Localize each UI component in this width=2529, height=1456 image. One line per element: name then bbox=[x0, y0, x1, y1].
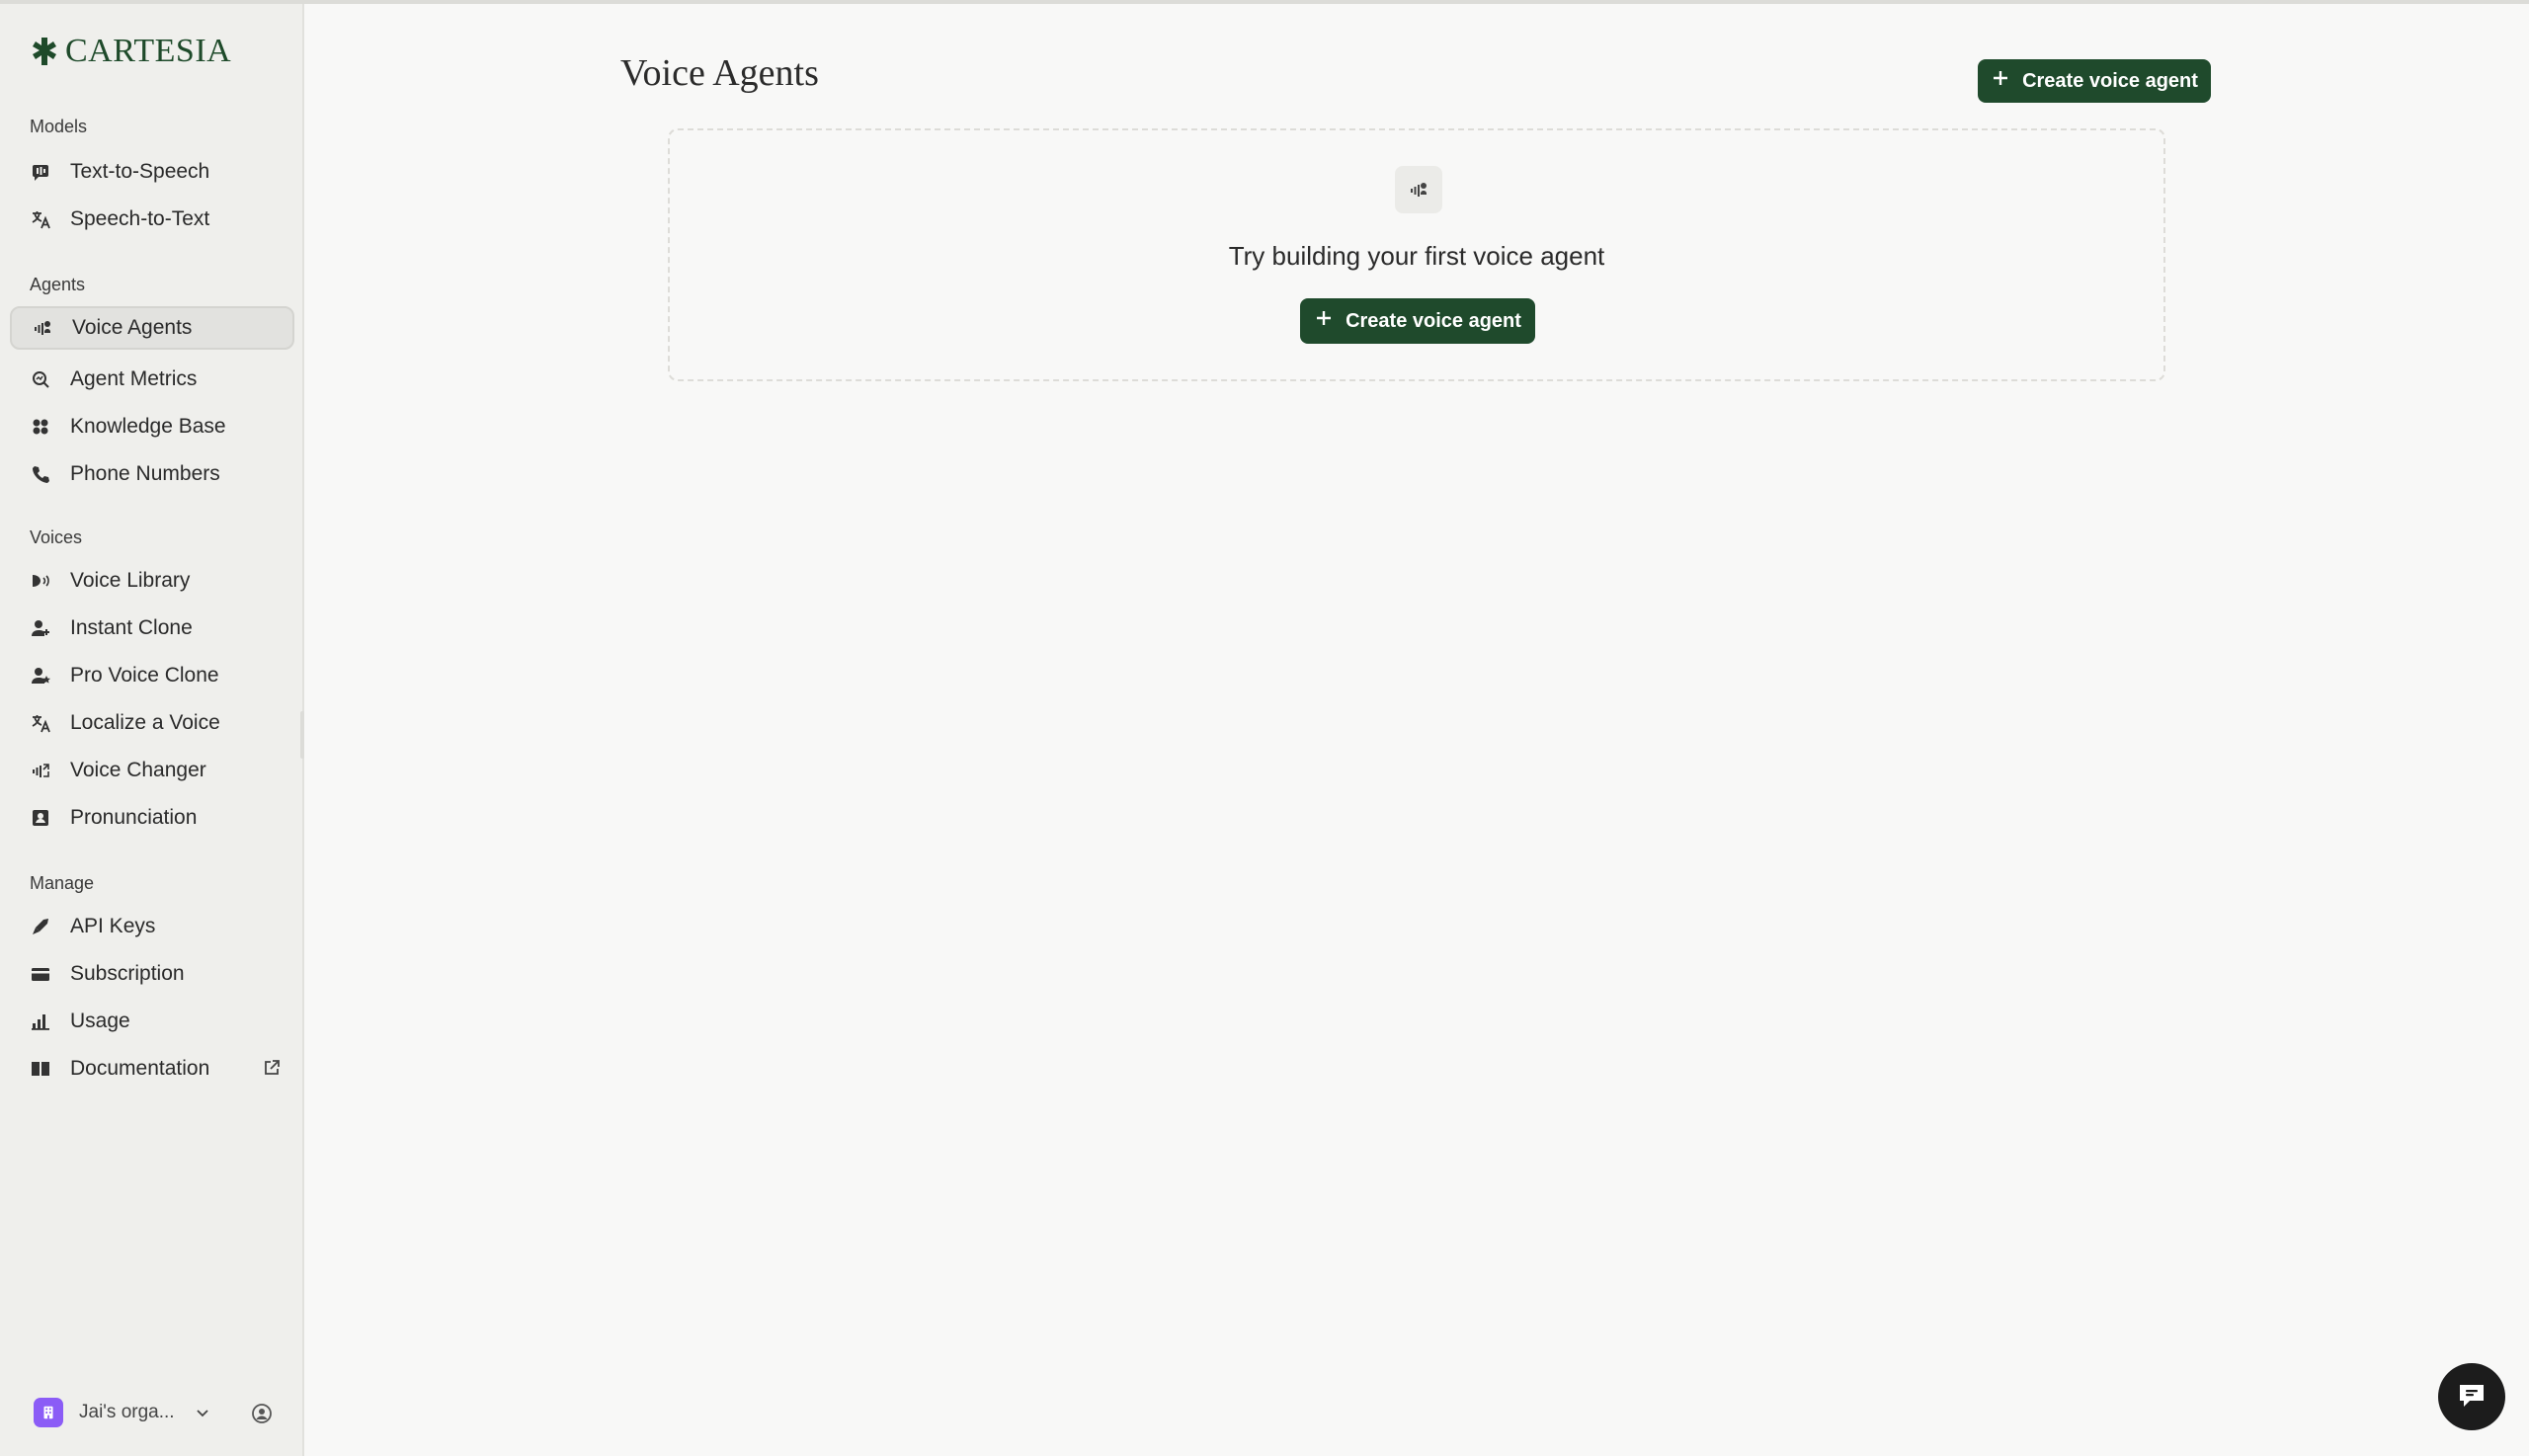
add-person-icon bbox=[30, 617, 51, 639]
cartesia-logo[interactable]: CARTESIA bbox=[28, 32, 231, 71]
top-border bbox=[0, 0, 2529, 4]
section-voices: Voices bbox=[30, 527, 83, 547]
page-title: Voice Agents bbox=[620, 52, 819, 94]
sidebar-item-label: Knowledge Base bbox=[70, 415, 226, 438]
waveform-icon bbox=[32, 317, 53, 339]
brand-name: CARTESIA bbox=[65, 33, 232, 69]
cartesia-logo-icon bbox=[28, 36, 59, 67]
sidebar-item-label: Voice Library bbox=[70, 569, 191, 592]
section-models: Models bbox=[30, 117, 88, 136]
sidebar: CARTESIA Models Text-to-Speech Speech-to… bbox=[0, 4, 304, 1456]
sidebar-item-knowledge-base[interactable]: Knowledge Base bbox=[10, 405, 294, 448]
button-label: Create voice agent bbox=[2022, 69, 2198, 92]
sidebar-item-label: Subscription bbox=[70, 962, 185, 985]
plus-icon bbox=[1314, 308, 1334, 334]
sidebar-item-label: Pro Voice Clone bbox=[70, 664, 219, 687]
account-icon[interactable] bbox=[251, 1403, 273, 1424]
section-manage: Manage bbox=[30, 873, 95, 893]
sidebar-item-label: Agent Metrics bbox=[70, 367, 198, 390]
org-switcher[interactable]: Jai's orga... bbox=[34, 1395, 210, 1430]
sidebar-item-label: Pronunciation bbox=[70, 806, 198, 829]
sidebar-item-phone-numbers[interactable]: Phone Numbers bbox=[10, 452, 294, 496]
sidebar-item-agent-metrics[interactable]: Agent Metrics bbox=[10, 358, 294, 401]
sidebar-resize-handle[interactable] bbox=[300, 711, 304, 759]
sidebar-item-pronunciation[interactable]: Pronunciation bbox=[10, 796, 294, 840]
sidebar-item-speech-to-text[interactable]: Speech-to-Text bbox=[10, 198, 294, 241]
section-agents: Agents bbox=[30, 275, 86, 294]
chat-support-button[interactable] bbox=[2438, 1363, 2505, 1430]
sidebar-item-label: Instant Clone bbox=[70, 616, 193, 639]
external-link-icon bbox=[263, 1059, 281, 1077]
grid-icon bbox=[30, 416, 51, 438]
org-building-icon bbox=[34, 1398, 63, 1427]
dictionary-icon bbox=[30, 807, 51, 829]
plus-icon bbox=[1991, 68, 2010, 94]
create-voice-agent-button[interactable]: Create voice agent bbox=[1978, 59, 2211, 103]
chat-icon bbox=[2456, 1379, 2488, 1416]
org-name: Jai's orga... bbox=[79, 1402, 175, 1422]
sidebar-item-label: Voice Changer bbox=[70, 759, 206, 781]
text-to-speech-icon bbox=[30, 161, 51, 183]
sidebar-item-pro-voice-clone[interactable]: Pro Voice Clone bbox=[10, 654, 294, 697]
sidebar-item-usage[interactable]: Usage bbox=[10, 1000, 294, 1043]
sidebar-item-label: Speech-to-Text bbox=[70, 207, 210, 230]
chevron-down-icon bbox=[195, 1405, 210, 1420]
sidebar-item-label: Text-to-Speech bbox=[70, 160, 210, 183]
search-icon bbox=[30, 368, 51, 390]
sidebar-item-label: Documentation bbox=[70, 1057, 210, 1080]
empty-state-card: Try building your first voice agent Crea… bbox=[668, 128, 2165, 381]
key-icon bbox=[30, 916, 51, 937]
person-star-icon bbox=[30, 665, 51, 687]
waveform-icon bbox=[1395, 166, 1442, 213]
sidebar-item-subscription[interactable]: Subscription bbox=[10, 952, 294, 996]
button-label: Create voice agent bbox=[1346, 309, 1521, 332]
speaker-icon bbox=[30, 570, 51, 592]
translate-icon bbox=[30, 208, 51, 230]
waveform-icon bbox=[30, 760, 51, 781]
sidebar-item-text-to-speech[interactable]: Text-to-Speech bbox=[10, 150, 294, 194]
book-icon bbox=[30, 1058, 51, 1080]
sidebar-item-label: Localize a Voice bbox=[70, 711, 220, 734]
empty-state-title: Try building your first voice agent bbox=[1228, 241, 1605, 271]
sidebar-item-localize-voice[interactable]: Localize a Voice bbox=[10, 701, 294, 745]
sidebar-item-label: API Keys bbox=[70, 915, 156, 937]
sidebar-item-voice-agents[interactable]: Voice Agents bbox=[10, 306, 294, 350]
sidebar-item-instant-clone[interactable]: Instant Clone bbox=[10, 607, 294, 650]
sidebar-item-label: Phone Numbers bbox=[70, 462, 220, 485]
sidebar-item-api-keys[interactable]: API Keys bbox=[10, 905, 294, 948]
sidebar-item-label: Voice Agents bbox=[72, 316, 193, 339]
sidebar-item-documentation[interactable]: Documentation bbox=[10, 1047, 294, 1091]
sidebar-item-voice-changer[interactable]: Voice Changer bbox=[10, 749, 294, 792]
sidebar-item-voice-library[interactable]: Voice Library bbox=[10, 559, 294, 603]
phone-icon bbox=[30, 463, 51, 485]
translate-icon bbox=[30, 712, 51, 734]
create-voice-agent-button[interactable]: Create voice agent bbox=[1300, 298, 1535, 344]
sidebar-item-label: Usage bbox=[70, 1010, 130, 1032]
card-icon bbox=[30, 963, 51, 985]
bar-chart-icon bbox=[30, 1011, 51, 1032]
